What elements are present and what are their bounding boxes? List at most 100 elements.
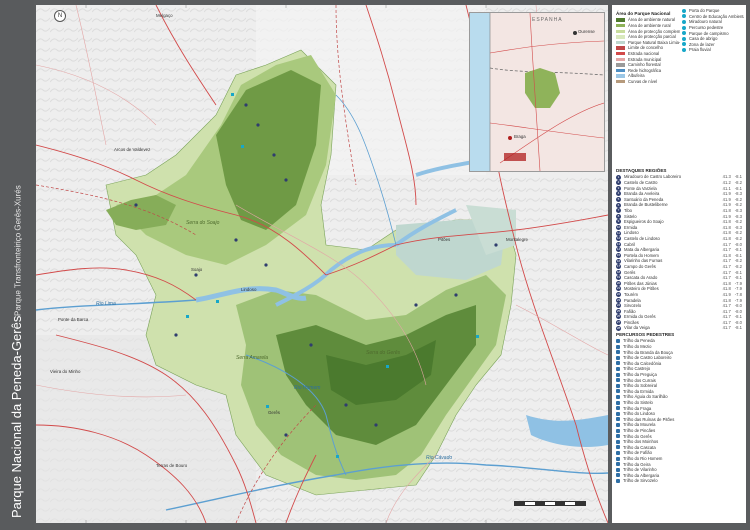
legend-swatch bbox=[616, 74, 625, 78]
trail-label: Trilho dos Moinhos bbox=[623, 439, 659, 445]
highlight-lon: -8.1 bbox=[734, 275, 742, 281]
highlight-label: Cascata do Arado bbox=[624, 275, 658, 281]
map-legend: Área do Parque Nacional Área de ambiente… bbox=[612, 5, 746, 523]
highlight-number: 13 bbox=[616, 241, 621, 247]
trail-icon bbox=[616, 339, 620, 344]
highlight-label: Fafião bbox=[624, 308, 636, 314]
trail-icon bbox=[616, 344, 620, 349]
highlight-number: 8 bbox=[616, 213, 621, 219]
highlight-lon: -8.0 bbox=[734, 241, 742, 247]
highlight-label: Miradouro de Castro Laboreiro bbox=[624, 174, 682, 180]
legend-swatch bbox=[616, 51, 625, 56]
highlight-lat: 41.7 bbox=[722, 269, 731, 275]
highlight-label: Pincães bbox=[624, 319, 639, 325]
river-label: Rio Homem bbox=[294, 385, 321, 391]
highlight-number: 1 bbox=[616, 174, 621, 180]
highlight-label: Mata da Albergaria bbox=[624, 247, 660, 253]
highlight-label: Branda de Busteliberne bbox=[624, 202, 668, 208]
highlight-lon: -8.1 bbox=[734, 252, 742, 258]
north-arrow-icon: N bbox=[54, 10, 66, 22]
legend-item-label: Centro de Educação Ambiental bbox=[689, 13, 744, 19]
highlight-label: Castelo de Lindoso bbox=[624, 235, 660, 241]
place-label: Ponte da Barca bbox=[58, 317, 89, 322]
trail-icon bbox=[616, 378, 620, 383]
trail-label: Trilho do Rio Homem bbox=[623, 455, 663, 461]
side-title: Parque Nacional da Peneda-Gerês Parque T… bbox=[3, 22, 31, 518]
legend-swatch bbox=[616, 23, 625, 28]
legend-item-label: Área de protecção complementar bbox=[628, 28, 680, 34]
highlight-number: 6 bbox=[616, 202, 621, 208]
legend-swatch bbox=[616, 63, 625, 67]
highlight-number: 4 bbox=[616, 191, 621, 197]
legend-symbol-icon bbox=[682, 31, 686, 36]
trail-label: Trilho dos Currais bbox=[623, 377, 656, 383]
inset-canvas bbox=[470, 13, 604, 171]
highlight-lat: 41.9 bbox=[722, 202, 731, 208]
highlight-lon: -8.2 bbox=[734, 180, 742, 186]
trail-icon bbox=[616, 456, 620, 461]
highlight-number: 25 bbox=[616, 308, 621, 314]
highlight-label: Santuário da Peneda bbox=[624, 196, 664, 202]
highlight-label: Lindoso bbox=[624, 230, 639, 236]
legend-item-label: Curvas de nível bbox=[628, 78, 658, 84]
trail-icon bbox=[616, 439, 620, 444]
highlight-label: Ermida do Gerês bbox=[624, 314, 656, 320]
legend-symbol-icon bbox=[682, 25, 686, 30]
legend-item-label: Praia fluvial bbox=[689, 47, 711, 53]
park-map[interactable]: N Arcos de Valdevez Ponte da Barca Vieir… bbox=[36, 5, 608, 523]
trail-label: Trilho da Cascata bbox=[623, 444, 656, 450]
legend-item-label: Rede hidrográfica bbox=[628, 67, 662, 73]
highlight-lon: -8.2 bbox=[734, 219, 742, 225]
trail-label: Trilho de Pincães bbox=[623, 427, 656, 433]
legend-swatch bbox=[616, 35, 625, 39]
legend-item: Curvas de nível bbox=[616, 79, 680, 85]
legend-symbol-icon bbox=[682, 19, 686, 24]
river-label: Rio Lima bbox=[96, 301, 116, 307]
highlight-lat: 41.1 bbox=[722, 185, 731, 191]
mountain-label: Serra Amarela bbox=[236, 355, 269, 361]
highlight-label: Cabril bbox=[624, 241, 635, 247]
trail-icon bbox=[616, 478, 620, 483]
highlight-lon: -8.1 bbox=[734, 185, 742, 191]
highlight-label: Paradela bbox=[624, 297, 641, 303]
highlight-lon: -8.0 bbox=[734, 308, 742, 314]
mountain-label: Serra do Gerês bbox=[366, 350, 401, 356]
highlight-lat: 41.7 bbox=[722, 303, 731, 309]
place-label: Pitões bbox=[438, 237, 451, 242]
highlight-number: 14 bbox=[616, 247, 621, 253]
highlight-label: Branda da Aveleira bbox=[624, 191, 660, 197]
legend-item-label: Casa de abrigo bbox=[689, 36, 718, 42]
trail-label: Trilho Águia do Sarilhão bbox=[623, 394, 668, 400]
legend-item-label: Caminho florestal bbox=[628, 62, 661, 68]
mountain-label: Serra do Soajo bbox=[186, 220, 220, 226]
highlight-label: Tourém bbox=[624, 291, 638, 297]
highlight-lon: -8.2 bbox=[734, 202, 742, 208]
highlight-lat: 41.8 bbox=[722, 219, 731, 225]
trail-label: Trilho de Vilarinho bbox=[623, 467, 657, 473]
highlight-label: Portela do Homem bbox=[624, 252, 659, 258]
highlight-lon: -8.3 bbox=[734, 208, 742, 213]
highlight-number: 12 bbox=[616, 236, 621, 242]
highlight-label: Vilarinho das Furnas bbox=[624, 258, 663, 264]
trail-icon bbox=[616, 462, 620, 467]
legend-swatch bbox=[616, 18, 625, 22]
highlight-lat: 41.9 bbox=[722, 191, 731, 197]
city-marker bbox=[508, 136, 512, 140]
highlight-number: 21 bbox=[616, 286, 621, 292]
trail-label: Trilho da Albergaria bbox=[623, 472, 660, 478]
trail-label: Trilho da Geira bbox=[623, 461, 651, 467]
legend-item-label: Estrada municipal bbox=[628, 56, 662, 62]
highlight-number: 2 bbox=[616, 180, 621, 186]
highlight-label: Ermida bbox=[624, 224, 638, 230]
trail-label: Trilho Castrejo bbox=[623, 366, 651, 372]
trail-label: Trilho de Castro Laboreiro bbox=[623, 355, 672, 361]
legend-item-label: Área de ambiente natural bbox=[628, 17, 676, 23]
highlight-lon: -7.9 bbox=[734, 280, 742, 286]
trail-row: Trilho de Sirvozelo bbox=[616, 478, 742, 484]
highlight-label: Sirvozelo bbox=[624, 303, 642, 309]
highlight-lon: -8.1 bbox=[734, 314, 742, 320]
legend-item-label: Área de protecção parcial bbox=[628, 34, 676, 40]
trail-icon bbox=[616, 389, 620, 394]
highlight-label: Tibo bbox=[624, 208, 632, 213]
river-label: Rio Cávado bbox=[426, 455, 453, 461]
